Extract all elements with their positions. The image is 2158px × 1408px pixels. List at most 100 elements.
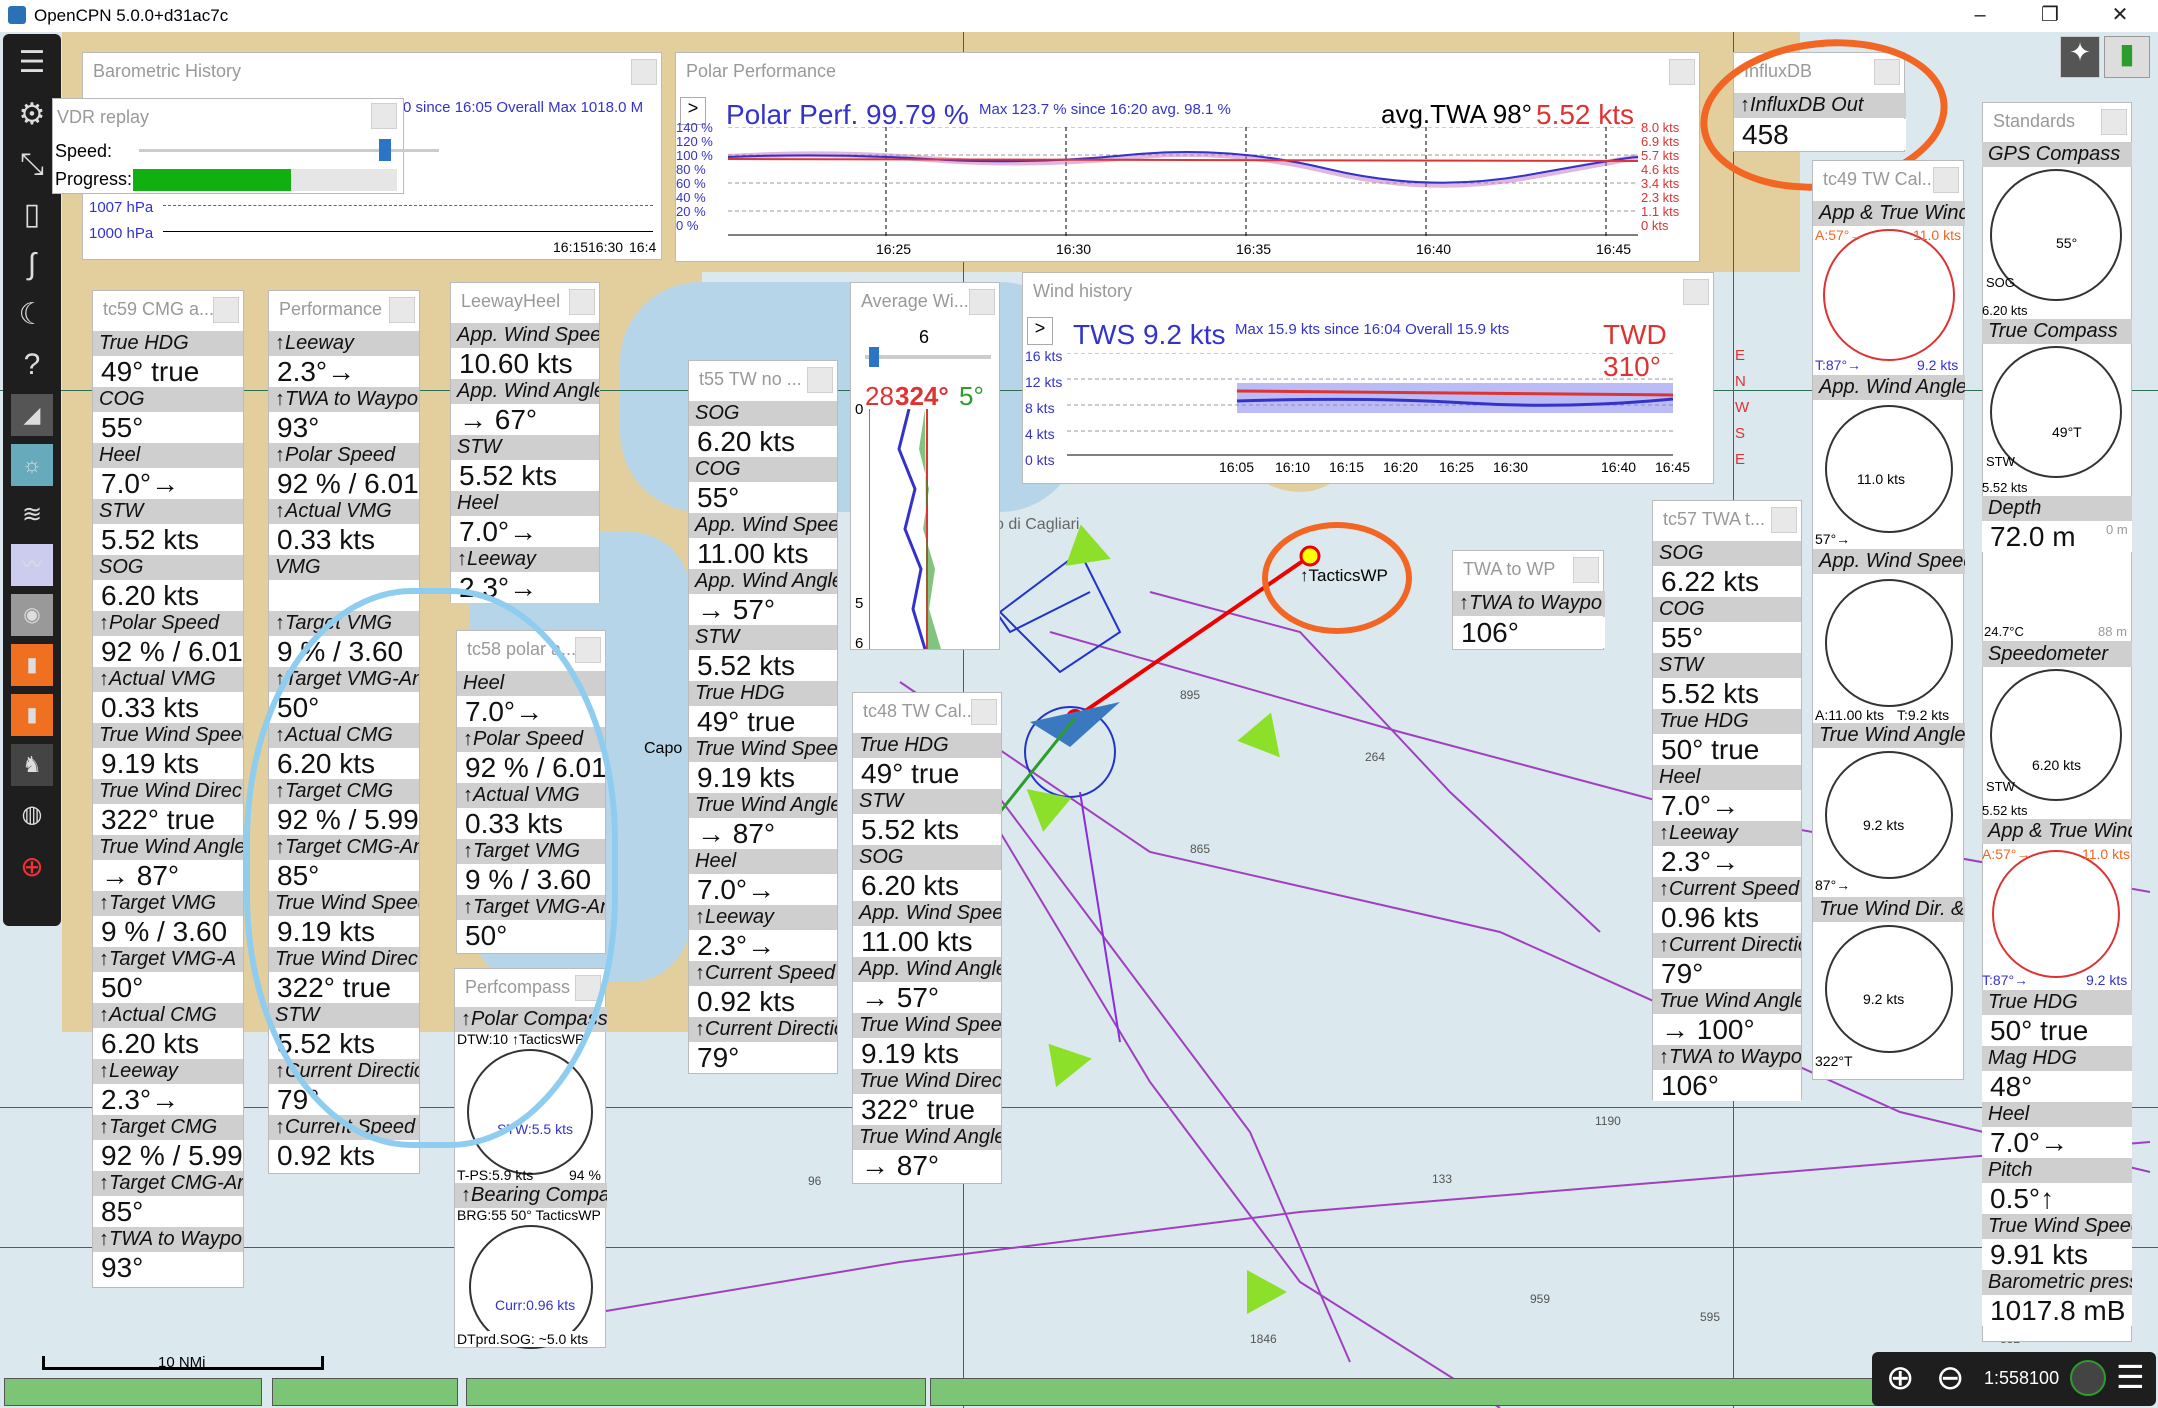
speedo-stw-label: STW [1986,779,2015,794]
close-icon[interactable] [1683,279,1709,305]
true-hdg-label: True HDG [1982,990,2132,1015]
close-icon[interactable] [1771,507,1797,533]
status-pane [272,1378,458,1406]
tc59-list: True HDG 49° true COG 55° Heel 7.0°→ STW 5.52 k… [93,331,243,1283]
gps-compass-gauge: 55° SOG [1986,169,2122,301]
instrument-label: True HDG [1653,709,1801,734]
settings-icon[interactable]: ⚙ [11,94,53,136]
avg-slider-handle[interactable] [869,347,879,367]
minimize-button[interactable]: – [1950,0,2010,32]
gps-sog-label: SOG [1986,275,2015,290]
kts-tick: 16 kts [1025,348,1063,364]
route-icon[interactable]: ⤡ [11,144,53,186]
zoom-in-icon[interactable]: ⊕ [1886,1358,1915,1398]
close-icon[interactable] [389,297,415,323]
instrument-label: True Wind Angle [93,835,243,860]
menu-icon[interactable]: ☰ [2116,1358,2145,1396]
instrument-label: App. Wind Angle [689,569,837,594]
ais-icon[interactable]: ◢ [11,394,53,436]
instrument-label: App. Wind Speed [853,901,1001,926]
baro-time: 16:4 [629,239,657,255]
polar-compass-pct: 94 % [569,1167,601,1183]
wind-time: 16:05 [1219,459,1255,475]
instrument-label: App. Wind Speed [689,513,837,538]
instrument-label: ↑Actual CMG [93,1003,243,1028]
ais-target-icon[interactable] [1048,1036,1096,1088]
tc49-window: tc49 TW Cal... App & True Wind A:57°→ 11… [1812,160,1965,1080]
close-icon[interactable] [213,297,239,323]
close-button[interactable]: ✕ [2090,0,2150,32]
pitch-label: Pitch [1982,1158,2132,1183]
close-icon[interactable] [2101,109,2127,135]
close-icon[interactable] [807,367,833,393]
kts-tick: 0 kts [1641,218,1669,233]
g5-dir: 322°T [1815,1053,1853,1069]
polar-time: 16:35 [1236,241,1272,257]
expand-button[interactable]: > [1027,317,1053,345]
avg-slider[interactable] [865,355,991,359]
kts-tick: 1.1 kts [1641,204,1680,219]
baro-grid [163,205,653,206]
lifebuoy-icon[interactable]: ⊕ [11,846,53,888]
grib-icon[interactable]: ▮ [11,694,53,736]
instrument-value: 2.3°→ [689,930,837,961]
instrument-label: STW [93,499,243,524]
pct-tick: 20 % [676,204,706,219]
night-icon[interactable]: ☾ [11,294,53,336]
pct-tick: 120 % [676,134,713,149]
zoom-out-icon[interactable]: ⊖ [1936,1358,1965,1398]
track-icon[interactable]: ∫ [11,244,53,286]
progress-label: Progress: [55,169,133,189]
wind-time: 16:25 [1439,459,1475,475]
pct-tick: 0 % [676,218,699,233]
speed-slider-handle[interactable] [379,139,391,161]
speed-slider[interactable] [139,149,439,152]
current-icon[interactable]: ◉ [11,594,53,636]
kts-tick: 4.6 kts [1641,162,1680,177]
instrument-value: 49° true [93,356,243,387]
wind-history-window: Wind history > TWS 9.2 kts Max 15.9 kts … [1022,272,1749,484]
dashboard-icon[interactable]: ≋ [11,494,53,536]
documents-icon[interactable]: ▯ [11,194,53,236]
close-icon[interactable] [371,103,397,129]
close-icon[interactable] [1573,557,1599,583]
chart-quilt-icon[interactable] [2070,1360,2106,1396]
avg-tick: 0 [855,401,864,418]
gps-signal-icon[interactable]: ▮ [2104,36,2150,78]
help-icon[interactable]: ? [11,344,53,386]
annotation-circle [1262,522,1412,634]
instrument-label: ↑Target VMG-A [93,947,243,972]
window-title: Standards [1993,111,2076,131]
kts-tick: 3.4 kts [1641,176,1680,191]
wind-dir-axis: ENWSE [1735,343,1749,473]
speedo-stw-value: 5.52 kts [1982,803,2028,818]
close-icon[interactable] [1933,167,1959,193]
ais-target-icon[interactable] [1247,1270,1287,1314]
compass-status-icon[interactable]: ✦ [2060,36,2100,78]
vdr-icon[interactable]: ▮ [11,644,53,686]
g3-true: T:9.2 kts [1897,707,1950,723]
close-icon[interactable] [969,289,995,315]
instrument-value: 49° true [853,758,1001,789]
tide-icon[interactable]: 〰 [11,544,53,586]
instrument-label: ↑Target CMG [93,1115,243,1140]
menu-icon[interactable]: ☰ [11,42,53,84]
close-icon[interactable] [971,699,997,725]
wind-time: 16:10 [1275,459,1311,475]
close-icon[interactable] [569,289,595,315]
instrument-label: App. Wind Angle [451,379,599,404]
true-hdg-value: 50° true [1982,1015,2132,1046]
globe-icon[interactable]: ◍ [11,794,53,836]
baro-time: 16:30 [588,239,624,255]
close-icon[interactable] [1669,59,1695,85]
kts-tick: 12 kts [1025,374,1063,390]
close-icon[interactable] [575,637,601,663]
close-icon[interactable] [631,59,657,85]
husky-icon[interactable]: ♞ [11,744,53,786]
weather-icon[interactable]: ☼ [11,444,53,486]
wind-plot [1067,353,1673,456]
tc-stw-label: STW [1986,454,2015,469]
instrument-value: 322° true [93,804,243,835]
maximize-button[interactable]: ❐ [2020,0,2080,32]
window-title: tc59 CMG a... [103,299,215,319]
